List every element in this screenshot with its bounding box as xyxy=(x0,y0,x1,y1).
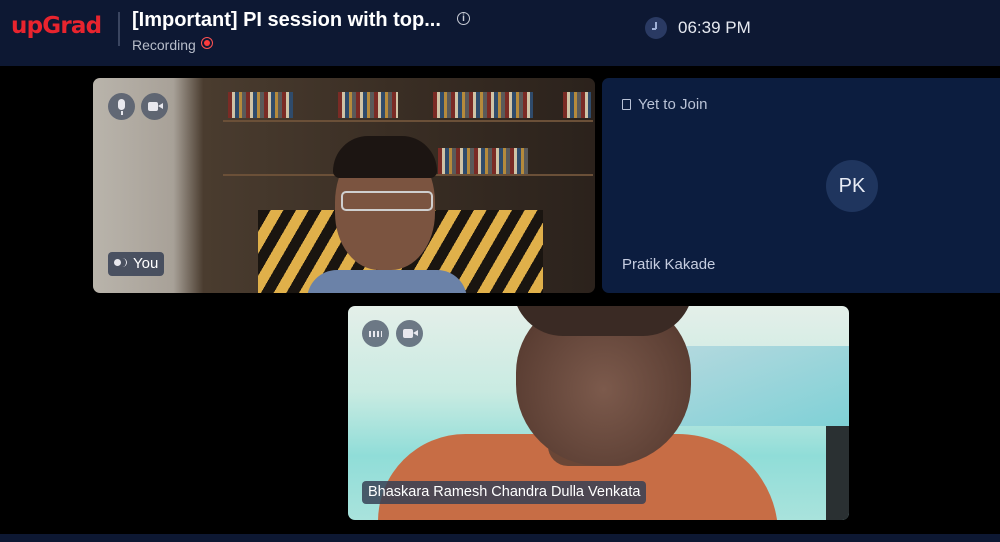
header-divider xyxy=(118,12,120,46)
participant-name: Pratik Kakade xyxy=(622,256,716,273)
books xyxy=(438,148,528,174)
video-icon[interactable] xyxy=(141,93,168,120)
join-status-label: Yet to Join xyxy=(638,96,708,113)
info-icon[interactable]: i xyxy=(457,12,470,25)
books xyxy=(563,92,591,118)
shelf xyxy=(223,120,593,122)
person-shirt xyxy=(307,270,467,293)
upgrad-logo: upGrad xyxy=(11,13,102,39)
video-icon[interactable] xyxy=(396,320,423,347)
glasses xyxy=(341,191,433,211)
avatar: PK xyxy=(826,160,878,212)
books xyxy=(338,92,398,118)
session-time: 06:39 PM xyxy=(678,18,751,37)
join-status: Yet to Join xyxy=(622,96,708,113)
recording-icon xyxy=(201,37,213,49)
recording-label: Recording xyxy=(132,37,196,53)
participant-name-badge: Bhaskara Ramesh Chandra Dulla Venkata xyxy=(362,481,647,504)
video-tile-pratik[interactable]: Yet to Join PK Pratik Kakade xyxy=(602,78,1000,293)
participant-name: Bhaskara Ramesh Chandra Dulla Venkata xyxy=(368,484,641,500)
person-hair xyxy=(333,136,437,178)
books xyxy=(228,92,293,118)
participant-name: You xyxy=(133,255,159,272)
clock-icon xyxy=(645,17,667,39)
mic-icon[interactable] xyxy=(108,93,135,120)
video-tile-you[interactable]: You xyxy=(93,78,595,293)
audio-wave-icon[interactable] xyxy=(362,320,389,347)
video-tile-bhaskara[interactable]: Bhaskara Ramesh Chandra Dulla Venkata xyxy=(348,306,849,520)
participant-name-badge: You xyxy=(108,252,165,276)
session-title: [Important] PI session with top... xyxy=(132,9,441,31)
speaker-icon xyxy=(114,258,127,269)
background-object xyxy=(826,426,849,520)
top-bar: upGrad [Important] PI session with top..… xyxy=(0,0,1000,66)
exit-icon xyxy=(622,99,631,110)
bottom-bar xyxy=(0,534,1000,542)
books xyxy=(433,92,533,118)
